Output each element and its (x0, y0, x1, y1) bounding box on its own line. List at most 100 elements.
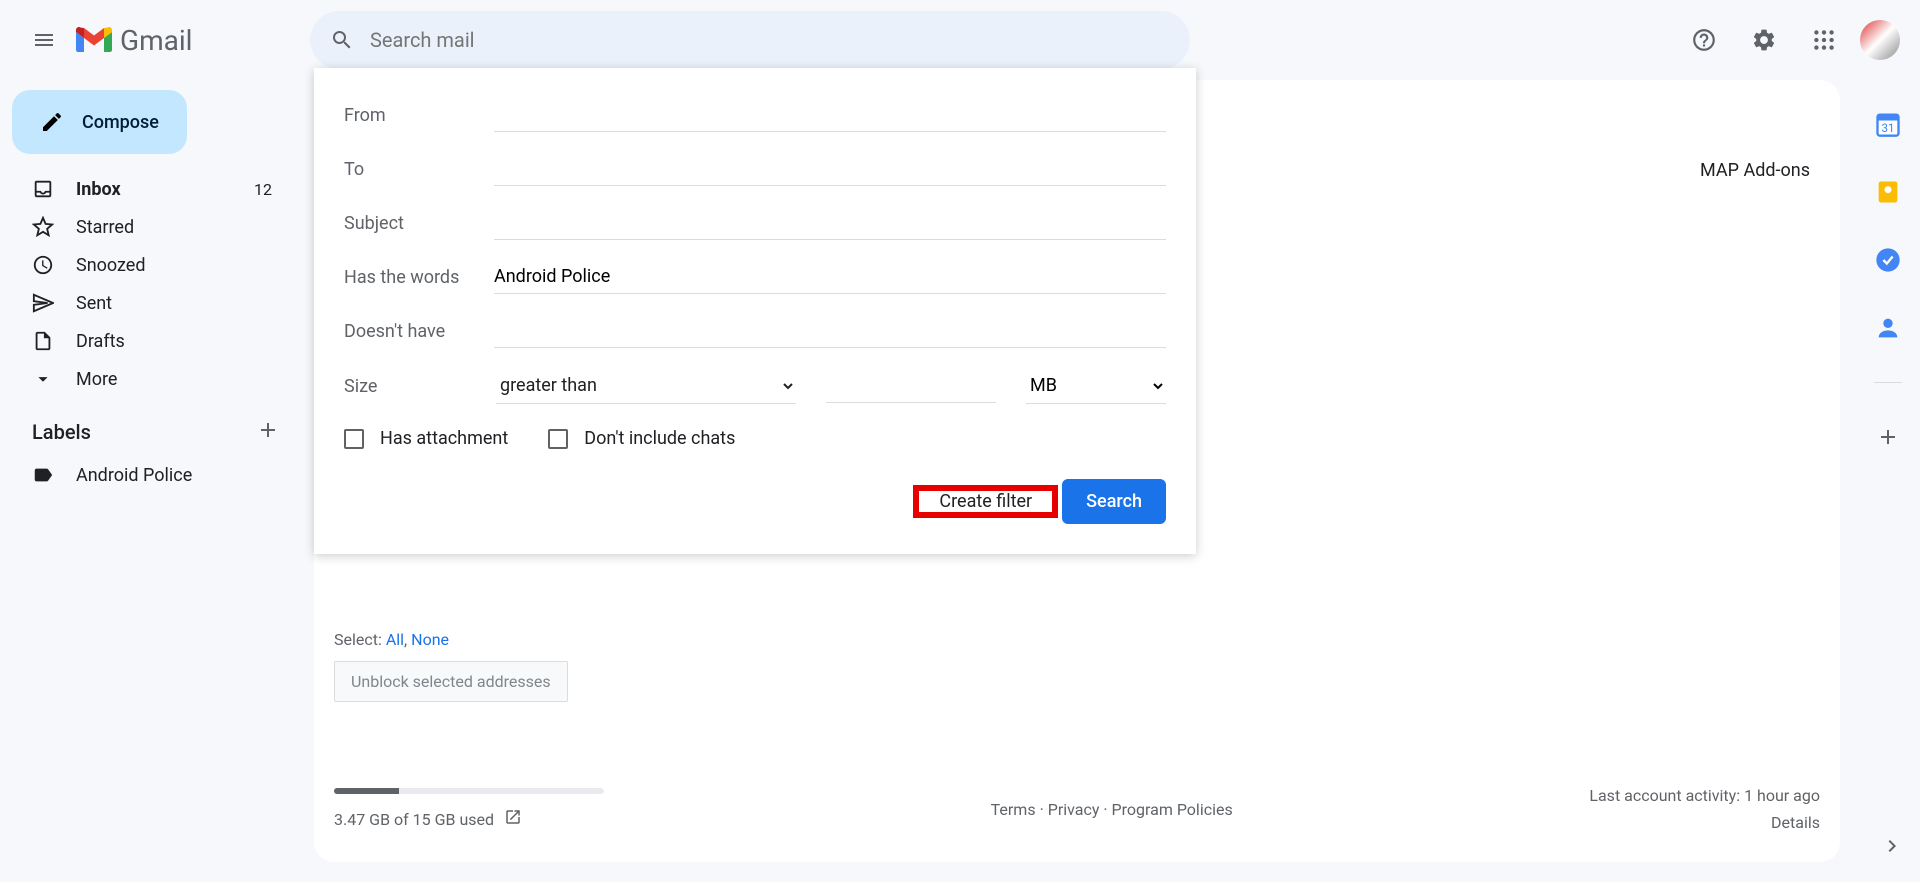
nav-starred[interactable]: Starred (0, 208, 300, 246)
calendar-app[interactable]: 31 (1874, 110, 1902, 138)
help-icon (1691, 27, 1717, 53)
size-unit-select[interactable]: MB (1026, 368, 1166, 404)
unblock-button[interactable]: Unblock selected addresses (334, 661, 568, 702)
privacy-link[interactable]: Privacy (1048, 800, 1100, 819)
dont-include-chats-checkbox[interactable]: Don't include chats (548, 428, 735, 449)
add-label-button[interactable] (256, 418, 280, 446)
labels-title: Labels (32, 420, 91, 444)
to-input[interactable] (494, 152, 1166, 186)
file-icon (32, 330, 54, 352)
has-attachment-label: Has attachment (380, 428, 508, 449)
doesnt-have-label: Doesn't have (344, 321, 494, 342)
select-none-link[interactable]: None (411, 630, 449, 649)
keep-app[interactable] (1874, 178, 1902, 206)
size-operator-select[interactable]: greater than (496, 368, 796, 404)
label-item-android-police[interactable]: Android Police (0, 456, 300, 494)
gmail-wordmark: Gmail (120, 24, 192, 57)
has-words-label: Has the words (344, 267, 494, 288)
subject-input[interactable] (494, 206, 1166, 240)
apps-button[interactable] (1800, 16, 1848, 64)
keep-icon (1874, 178, 1902, 206)
chevron-right-icon (1880, 834, 1904, 858)
checkbox-icon (548, 429, 568, 449)
nav-inbox[interactable]: Inbox 12 (0, 170, 300, 208)
storage-indicator: 3.47 GB of 15 GB used (334, 788, 634, 830)
search-button[interactable]: Search (1062, 479, 1166, 524)
external-icon (504, 808, 522, 826)
tasks-icon (1874, 246, 1902, 274)
storage-bar (334, 788, 604, 794)
settings-tabs-peek[interactable]: MAP Add-ons (1700, 160, 1810, 181)
account-avatar[interactable] (1860, 20, 1900, 60)
apps-grid-icon (1811, 27, 1837, 53)
has-words-input[interactable] (494, 260, 1166, 294)
to-label: To (344, 159, 494, 180)
send-icon (32, 292, 54, 314)
plus-icon (256, 418, 280, 442)
activity-text: Last account activity: 1 hour ago (1589, 786, 1820, 805)
annotation-highlight: Create filter (913, 485, 1058, 518)
open-external-link[interactable] (504, 808, 522, 830)
nav-starred-label: Starred (76, 217, 284, 238)
pencil-icon (40, 110, 64, 134)
nav-sent[interactable]: Sent (0, 284, 300, 322)
contacts-app[interactable] (1874, 314, 1902, 342)
label-name: Android Police (76, 465, 284, 486)
nav-sent-label: Sent (76, 293, 284, 314)
support-button[interactable] (1680, 16, 1728, 64)
gmail-logo[interactable]: Gmail (76, 24, 192, 57)
hamburger-icon (32, 28, 56, 52)
nav-inbox-count: 12 (254, 180, 284, 199)
select-all-link[interactable]: All (386, 630, 404, 649)
size-label: Size (344, 376, 466, 397)
inbox-icon (32, 178, 54, 200)
nav-more-label: More (76, 369, 284, 390)
size-value-input[interactable] (826, 369, 996, 403)
create-filter-button[interactable]: Create filter (919, 479, 1052, 524)
gear-icon (1751, 27, 1777, 53)
has-attachment-checkbox[interactable]: Has attachment (344, 428, 508, 449)
side-panel: 31 (1856, 90, 1920, 451)
search-filter-panel: From To Subject Has the words Doesn't ha… (314, 68, 1196, 554)
blocked-addresses: Select: All, None Unblock selected addre… (334, 630, 568, 702)
select-line: Select: All, None (334, 630, 568, 649)
rail-divider (1874, 382, 1902, 383)
nav-snoozed-label: Snoozed (76, 255, 284, 276)
labels-header: Labels (0, 398, 300, 456)
star-icon (32, 216, 54, 238)
subject-label: Subject (344, 213, 494, 234)
policies-link[interactable]: Program Policies (1112, 800, 1233, 819)
search-icon (330, 28, 354, 52)
footer: 3.47 GB of 15 GB used Terms · Privacy · … (334, 786, 1820, 832)
compose-label: Compose (82, 112, 159, 133)
footer-activity: Last account activity: 1 hour ago Detail… (1589, 786, 1820, 832)
doesnt-have-input[interactable] (494, 314, 1166, 348)
terms-link[interactable]: Terms (991, 800, 1036, 819)
gmail-m-icon (76, 26, 112, 54)
compose-button[interactable]: Compose (12, 90, 187, 154)
storage-text: 3.47 GB of 15 GB used (334, 810, 494, 829)
nav-inbox-label: Inbox (76, 179, 232, 200)
hide-side-panel[interactable] (1880, 834, 1904, 862)
no-chats-label: Don't include chats (584, 428, 735, 449)
header-right (1680, 16, 1900, 64)
search-box[interactable] (310, 11, 1190, 69)
nav-drafts-label: Drafts (76, 331, 284, 352)
from-label: From (344, 105, 494, 126)
storage-fill (334, 788, 399, 794)
search-input[interactable] (370, 28, 1170, 52)
label-icon (32, 464, 54, 486)
from-input[interactable] (494, 98, 1166, 132)
person-icon (1874, 314, 1902, 342)
calendar-icon: 31 (1874, 110, 1902, 138)
header-left: Gmail (20, 16, 310, 64)
main-menu-button[interactable] (20, 16, 68, 64)
details-link[interactable]: Details (1589, 813, 1820, 832)
nav-snoozed[interactable]: Snoozed (0, 246, 300, 284)
get-addons-button[interactable] (1874, 423, 1902, 451)
nav-drafts[interactable]: Drafts (0, 322, 300, 360)
tasks-app[interactable] (1874, 246, 1902, 274)
nav-more[interactable]: More (0, 360, 300, 398)
plus-icon (1876, 425, 1900, 449)
settings-button[interactable] (1740, 16, 1788, 64)
